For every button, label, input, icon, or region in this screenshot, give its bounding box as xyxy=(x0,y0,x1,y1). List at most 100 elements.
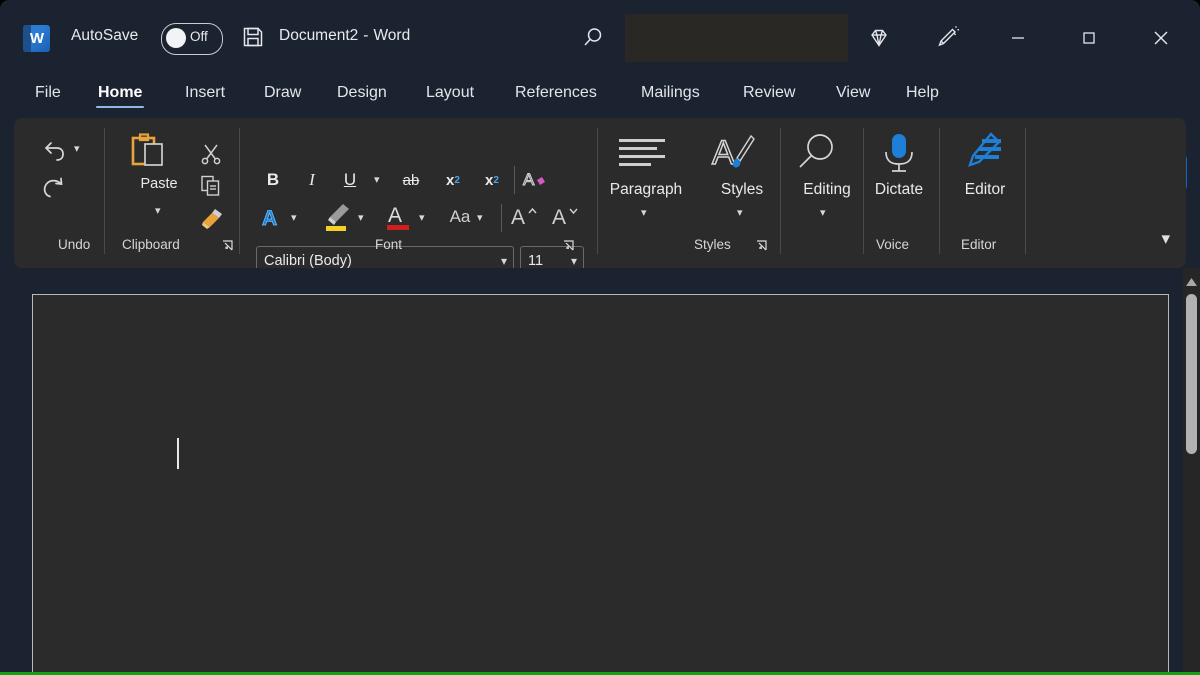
font-size-value: 11 xyxy=(528,253,543,269)
search-input[interactable] xyxy=(625,14,848,62)
svg-text:A: A xyxy=(262,207,277,230)
tab-mailings[interactable]: Mailings xyxy=(639,84,702,102)
text-cursor xyxy=(177,438,179,469)
styles-brush-icon[interactable]: A xyxy=(708,130,760,178)
group-label-font: Font xyxy=(375,237,402,252)
underline-button[interactable]: U xyxy=(338,168,362,192)
editing-label: Editing xyxy=(784,181,870,199)
format-painter-icon[interactable] xyxy=(195,204,229,232)
change-case-chevron-down-icon[interactable]: ▾ xyxy=(477,213,483,224)
scrollbar-thumb[interactable] xyxy=(1186,294,1197,454)
ribbon-panel: ▾ Undo Paste ▾ xyxy=(14,118,1186,268)
word-icon-letter: W xyxy=(23,25,50,52)
group-separator-undo xyxy=(104,128,105,254)
tab-references[interactable]: References xyxy=(513,84,599,102)
tab-design[interactable]: Design xyxy=(335,84,389,102)
font-row2-separator xyxy=(501,204,502,232)
undo-dropdown-chevron-down-icon[interactable]: ▾ xyxy=(74,144,80,155)
text-fill-color-icon[interactable]: A xyxy=(258,204,288,232)
font-name-chevron-down-icon[interactable]: ▾ xyxy=(501,255,507,267)
font-row1-separator xyxy=(514,166,515,194)
autosave-toggle[interactable]: Off xyxy=(161,23,223,55)
svg-text:A: A xyxy=(552,206,566,229)
tab-review[interactable]: Review xyxy=(741,84,797,102)
tab-insert[interactable]: Insert xyxy=(183,84,227,102)
title-bar: W AutoSave Off Document2-Word xyxy=(0,0,1200,76)
autosave-label: AutoSave xyxy=(71,27,138,45)
tab-file[interactable]: File xyxy=(33,84,63,102)
scroll-up-arrow-icon[interactable] xyxy=(1183,275,1200,289)
copy-icon[interactable] xyxy=(195,172,227,200)
clipboard-dialog-launcher[interactable] xyxy=(221,239,235,253)
italic-button[interactable]: I xyxy=(300,168,324,192)
highlight-chevron-down-icon[interactable]: ▾ xyxy=(358,213,364,224)
document-area xyxy=(0,268,1200,673)
scissors-icon[interactable] xyxy=(195,140,227,168)
grow-font-icon[interactable]: A xyxy=(508,202,542,232)
group-separator-editing xyxy=(939,128,940,254)
change-case-button[interactable]: Aa xyxy=(443,205,477,229)
word-app-icon: W xyxy=(23,25,50,52)
word-application-window: W AutoSave Off Document2-Word xyxy=(0,0,1200,675)
font-color-chevron-down-icon[interactable]: ▾ xyxy=(419,213,425,224)
pen-draw-icon[interactable] xyxy=(931,22,963,54)
close-button[interactable] xyxy=(1143,20,1179,56)
text-effects-icon[interactable]: A xyxy=(520,166,550,194)
tab-layout[interactable]: Layout xyxy=(424,84,476,102)
editor-pencil-icon[interactable] xyxy=(960,130,1010,178)
undo-button[interactable] xyxy=(34,134,74,168)
font-dialog-launcher[interactable] xyxy=(562,239,576,253)
save-icon[interactable] xyxy=(241,25,265,49)
vertical-scrollbar[interactable] xyxy=(1183,268,1200,673)
font-size-chevron-down-icon[interactable]: ▾ xyxy=(571,255,577,267)
document-page[interactable] xyxy=(32,294,1169,673)
underline-chevron-down-icon[interactable]: ▾ xyxy=(374,175,380,186)
paste-label: Paste xyxy=(126,176,192,192)
group-label-undo: Undo xyxy=(58,237,90,252)
shrink-font-icon[interactable]: A xyxy=(549,202,583,232)
autosave-toggle-knob xyxy=(166,28,186,48)
editing-chevron-down-icon[interactable]: ▾ xyxy=(820,208,826,219)
minimize-button[interactable] xyxy=(1000,20,1036,56)
group-label-editor: Editor xyxy=(961,237,996,252)
redo-button[interactable] xyxy=(34,171,74,205)
app-name: Word xyxy=(373,27,410,44)
superscript-button[interactable]: x2 xyxy=(478,168,506,192)
styles-dialog-launcher[interactable] xyxy=(755,239,769,253)
font-color-icon[interactable]: A xyxy=(384,200,414,234)
tab-home[interactable]: Home xyxy=(96,84,144,102)
ribbon-collapse-chevron-down-icon[interactable]: ▾ xyxy=(1161,230,1170,247)
paragraph-label: Paragraph xyxy=(591,181,701,199)
strikethrough-button[interactable]: ab xyxy=(397,169,425,191)
microphone-icon[interactable] xyxy=(875,130,923,178)
tab-draw[interactable]: Draw xyxy=(262,84,303,102)
paragraph-lines-icon[interactable] xyxy=(609,132,683,176)
tab-help[interactable]: Help xyxy=(904,84,941,102)
diamond-icon[interactable] xyxy=(863,22,895,54)
group-label-styles: Styles xyxy=(694,237,731,252)
paragraph-chevron-down-icon[interactable]: ▾ xyxy=(641,208,647,219)
text-fill-chevron-down-icon[interactable]: ▾ xyxy=(291,213,297,224)
group-separator-clipboard xyxy=(239,128,240,254)
document-name: Document2 xyxy=(279,27,358,44)
tab-view[interactable]: View xyxy=(834,84,872,102)
editor-label: Editor xyxy=(952,181,1018,199)
ribbon-tab-strip: File Home Insert Draw Design Layout Refe… xyxy=(0,76,1200,118)
document-title[interactable]: Document2-Word xyxy=(279,27,410,45)
svg-text:A: A xyxy=(523,170,535,189)
paste-clipboard-icon[interactable] xyxy=(126,130,170,174)
magnifier-icon[interactable] xyxy=(791,130,841,178)
highlight-marker-icon[interactable] xyxy=(322,200,354,234)
svg-text:A: A xyxy=(712,134,735,172)
font-name-value: Calibri (Body) xyxy=(264,253,352,269)
styles-chevron-down-icon[interactable]: ▾ xyxy=(737,208,743,219)
group-separator-paragraph xyxy=(780,128,781,254)
title-separator: - xyxy=(358,27,373,44)
subscript-button[interactable]: x2 xyxy=(439,168,467,192)
search-icon[interactable] xyxy=(580,25,606,51)
group-separator-voice xyxy=(1025,128,1026,254)
paste-chevron-down-icon[interactable]: ▾ xyxy=(155,206,161,217)
maximize-button[interactable] xyxy=(1071,20,1107,56)
bold-button[interactable]: B xyxy=(261,168,285,192)
group-label-voice: Voice xyxy=(876,237,909,252)
